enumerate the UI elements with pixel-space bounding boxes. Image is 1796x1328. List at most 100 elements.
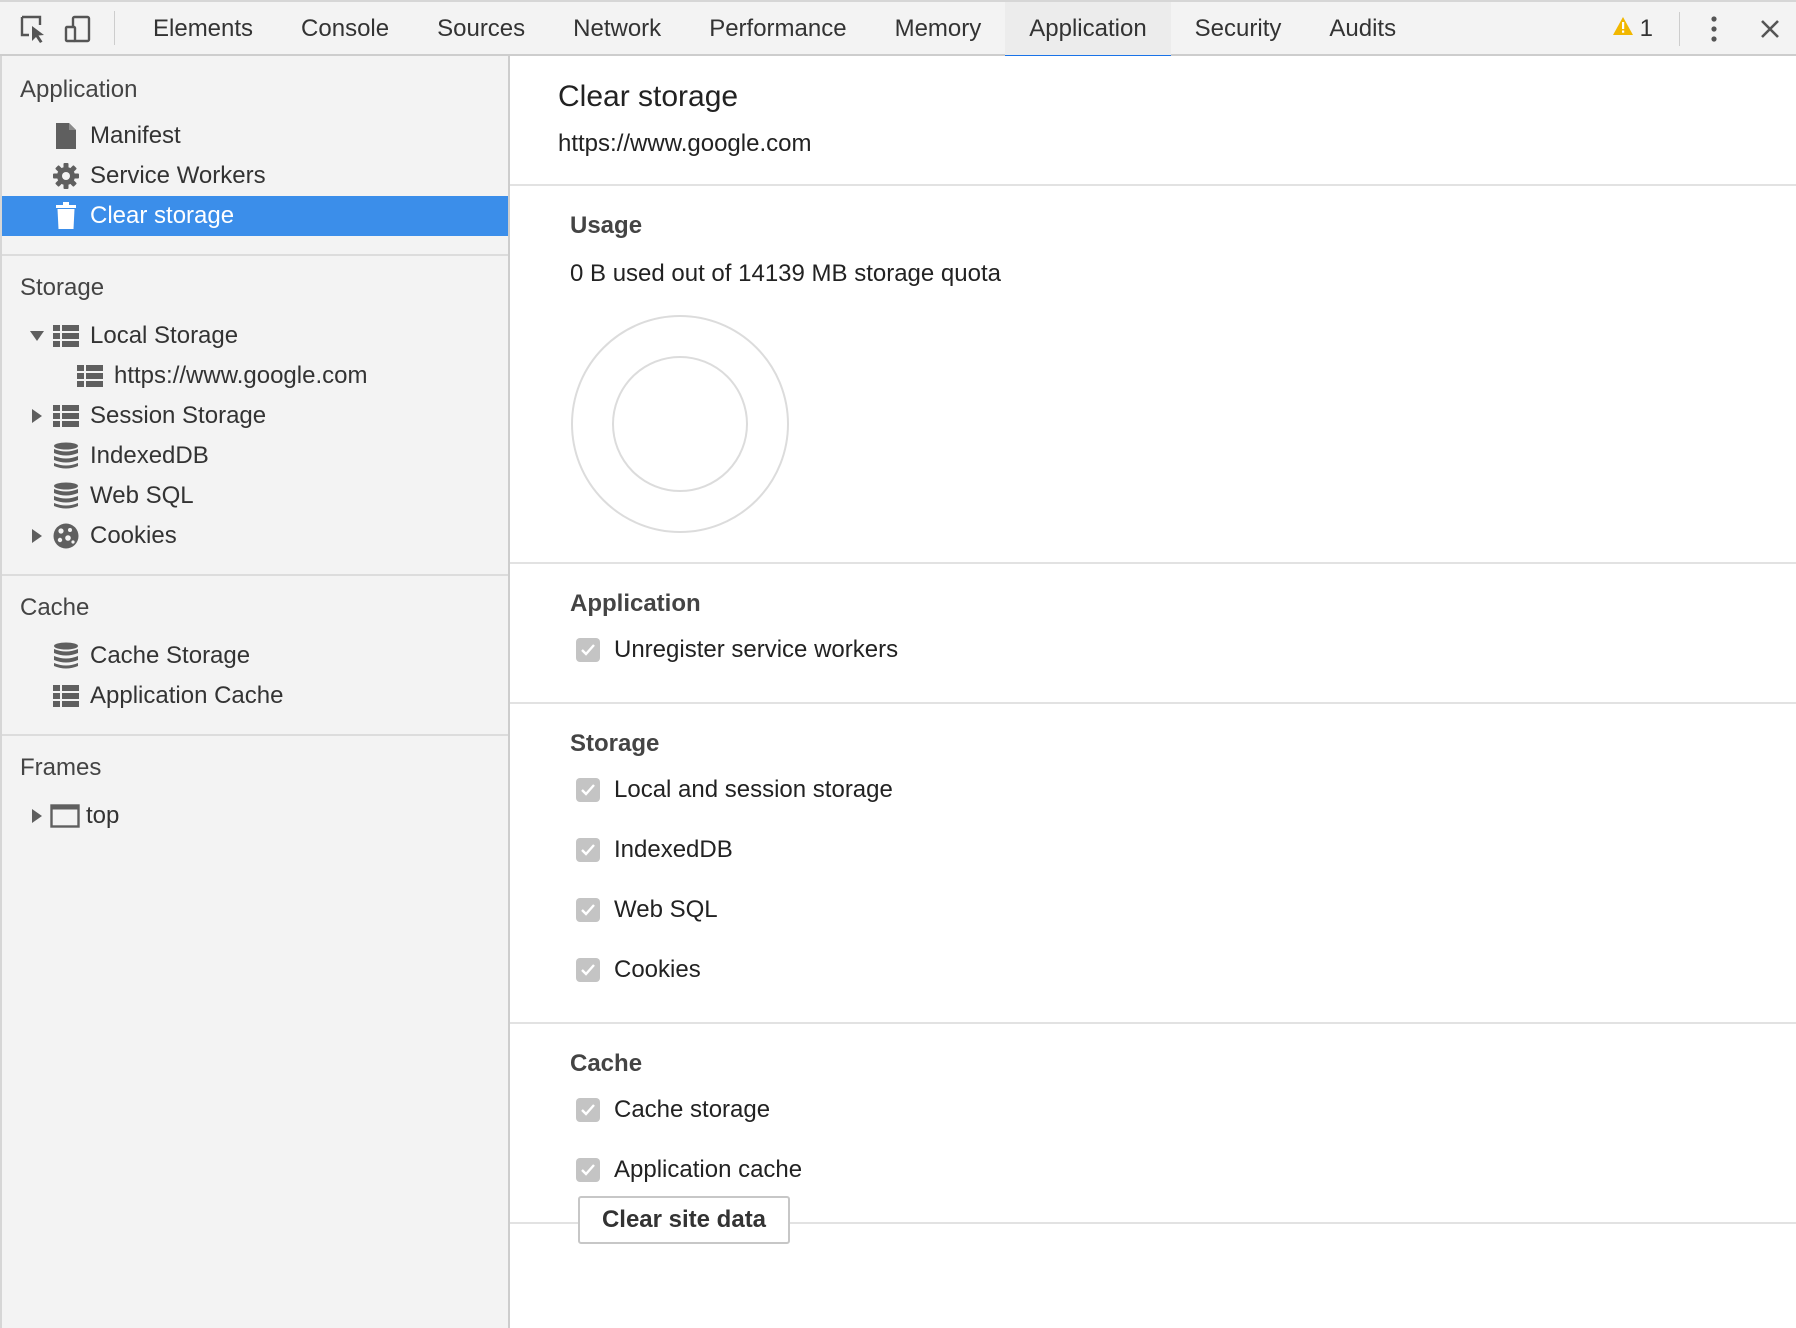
tab-performance[interactable]: Performance bbox=[685, 2, 870, 56]
sidebar-heading-application: Application bbox=[20, 76, 138, 103]
sidebar-item-label: top bbox=[86, 802, 120, 829]
sidebar-item-indexeddb[interactable]: IndexedDB bbox=[2, 436, 508, 476]
application-heading: Application bbox=[570, 590, 701, 617]
option-cache-storage[interactable]: Cache storage bbox=[570, 1080, 1796, 1140]
sidebar-section-application: Application Manifest Service Workers Cle… bbox=[2, 56, 508, 256]
sidebar-section-storage: Storage Local Storage https://www.google… bbox=[2, 256, 508, 576]
cookie-icon bbox=[52, 522, 80, 550]
sidebar-item-cache-storage[interactable]: Cache Storage bbox=[2, 636, 508, 676]
option-cookies[interactable]: Cookies bbox=[570, 940, 1796, 1000]
sidebar-item-label: Cache Storage bbox=[90, 642, 251, 669]
tab-memory[interactable]: Memory bbox=[871, 2, 1006, 56]
usage-pie-chart bbox=[570, 314, 790, 534]
tab-security[interactable]: Security bbox=[1171, 2, 1306, 56]
trash-icon bbox=[52, 202, 80, 230]
warning-counter[interactable]: 1 bbox=[1600, 15, 1665, 43]
sidebar-heading-cache: Cache bbox=[20, 594, 90, 621]
document-icon bbox=[52, 122, 80, 150]
panel-header: Clear storage https://www.google.com bbox=[510, 56, 1796, 186]
table-icon bbox=[76, 362, 104, 390]
toolbar-divider bbox=[114, 11, 115, 45]
application-sidebar: Application Manifest Service Workers Cle… bbox=[0, 56, 510, 1328]
checkbox-checked[interactable] bbox=[576, 838, 600, 862]
database-icon bbox=[52, 442, 80, 470]
chevron-down-icon[interactable] bbox=[27, 326, 47, 346]
sidebar-heading-frames: Frames bbox=[20, 754, 102, 781]
sidebar-item-label: Clear storage bbox=[90, 202, 235, 229]
toolbar-divider bbox=[1679, 12, 1680, 46]
checkbox-checked[interactable] bbox=[576, 898, 600, 922]
table-icon bbox=[52, 682, 80, 710]
chevron-right-icon[interactable] bbox=[27, 406, 47, 426]
option-label: Local and session storage bbox=[614, 776, 893, 803]
frame-icon bbox=[50, 802, 80, 830]
checkbox-checked[interactable] bbox=[576, 958, 600, 982]
database-icon bbox=[52, 482, 80, 510]
option-label: Web SQL bbox=[614, 896, 718, 923]
sidebar-item-label: https://www.google.com bbox=[114, 362, 368, 389]
close-icon[interactable] bbox=[1750, 2, 1790, 56]
tab-sources[interactable]: Sources bbox=[413, 2, 549, 56]
option-label: Application cache bbox=[614, 1156, 803, 1183]
devtools-toolbar: Elements Console Sources Network Perform… bbox=[0, 0, 1796, 58]
checkbox-checked[interactable] bbox=[576, 1098, 600, 1122]
sidebar-item-application-cache[interactable]: Application Cache bbox=[2, 676, 508, 716]
usage-summary: 0 B used out of 14139 MB storage quota bbox=[570, 260, 1001, 287]
sidebar-item-label: Manifest bbox=[90, 122, 181, 149]
page-title: Clear storage bbox=[558, 80, 739, 113]
table-icon bbox=[52, 402, 80, 430]
usage-heading: Usage bbox=[570, 212, 643, 239]
origin-url: https://www.google.com bbox=[558, 130, 812, 157]
option-unregister-service-workers[interactable]: Unregister service workers bbox=[570, 620, 1796, 680]
sidebar-item-local-storage[interactable]: Local Storage bbox=[2, 316, 508, 356]
table-icon bbox=[52, 322, 80, 350]
tab-audits[interactable]: Audits bbox=[1305, 2, 1420, 56]
inspect-element-icon[interactable] bbox=[12, 2, 56, 56]
option-label: Cookies bbox=[614, 956, 701, 983]
option-label: IndexedDB bbox=[614, 836, 733, 863]
chevron-right-icon[interactable] bbox=[27, 806, 47, 826]
sidebar-item-label: Session Storage bbox=[90, 402, 267, 429]
sidebar-item-label: Local Storage bbox=[90, 322, 239, 349]
option-indexeddb[interactable]: IndexedDB bbox=[570, 820, 1796, 880]
sidebar-section-frames: Frames top bbox=[2, 736, 508, 854]
clear-storage-panel: Clear storage https://www.google.com Usa… bbox=[510, 56, 1796, 1328]
checkbox-checked[interactable] bbox=[576, 638, 600, 662]
gear-icon bbox=[52, 162, 80, 190]
option-local-session-storage[interactable]: Local and session storage bbox=[570, 760, 1796, 820]
sidebar-heading-storage: Storage bbox=[20, 274, 105, 301]
sidebar-item-clear-storage[interactable]: Clear storage bbox=[2, 196, 508, 236]
option-web-sql[interactable]: Web SQL bbox=[570, 880, 1796, 940]
tab-network[interactable]: Network bbox=[549, 2, 685, 56]
storage-section: Storage Local and session storage Indexe… bbox=[510, 704, 1796, 1024]
sidebar-item-label: Application Cache bbox=[90, 682, 284, 709]
option-label: Unregister service workers bbox=[614, 636, 899, 663]
usage-section: Usage 0 B used out of 14139 MB storage q… bbox=[510, 186, 1796, 564]
option-label: Cache storage bbox=[614, 1096, 771, 1123]
checkbox-checked[interactable] bbox=[576, 1158, 600, 1182]
sidebar-item-session-storage[interactable]: Session Storage bbox=[2, 396, 508, 436]
option-application-cache[interactable]: Application cache bbox=[570, 1140, 1796, 1200]
sidebar-item-cookies[interactable]: Cookies bbox=[2, 516, 508, 556]
sidebar-item-frame-top[interactable]: top bbox=[2, 796, 508, 836]
more-options-icon[interactable] bbox=[1694, 2, 1734, 56]
sidebar-item-local-storage-origin[interactable]: https://www.google.com bbox=[2, 356, 508, 396]
clear-site-data-button[interactable]: Clear site data bbox=[578, 1196, 790, 1244]
cache-section: Cache Cache storage Application cache bbox=[510, 1024, 1796, 1224]
sidebar-item-manifest[interactable]: Manifest bbox=[2, 116, 508, 156]
chevron-right-icon[interactable] bbox=[27, 526, 47, 546]
device-toolbar-icon[interactable] bbox=[56, 2, 100, 56]
sidebar-item-service-workers[interactable]: Service Workers bbox=[2, 156, 508, 196]
sidebar-item-label: Service Workers bbox=[90, 162, 266, 189]
panel-tabs: Elements Console Sources Network Perform… bbox=[129, 2, 1420, 58]
checkbox-checked[interactable] bbox=[576, 778, 600, 802]
tab-application[interactable]: Application bbox=[1005, 2, 1172, 58]
tab-console[interactable]: Console bbox=[277, 2, 413, 56]
cache-heading: Cache bbox=[570, 1050, 643, 1077]
database-icon bbox=[52, 642, 80, 670]
sidebar-item-label: Cookies bbox=[90, 522, 177, 549]
tab-elements[interactable]: Elements bbox=[129, 2, 277, 56]
sidebar-section-cache: Cache Cache Storage Application Cache bbox=[2, 576, 508, 736]
sidebar-item-web-sql[interactable]: Web SQL bbox=[2, 476, 508, 516]
warning-icon bbox=[1612, 15, 1640, 43]
